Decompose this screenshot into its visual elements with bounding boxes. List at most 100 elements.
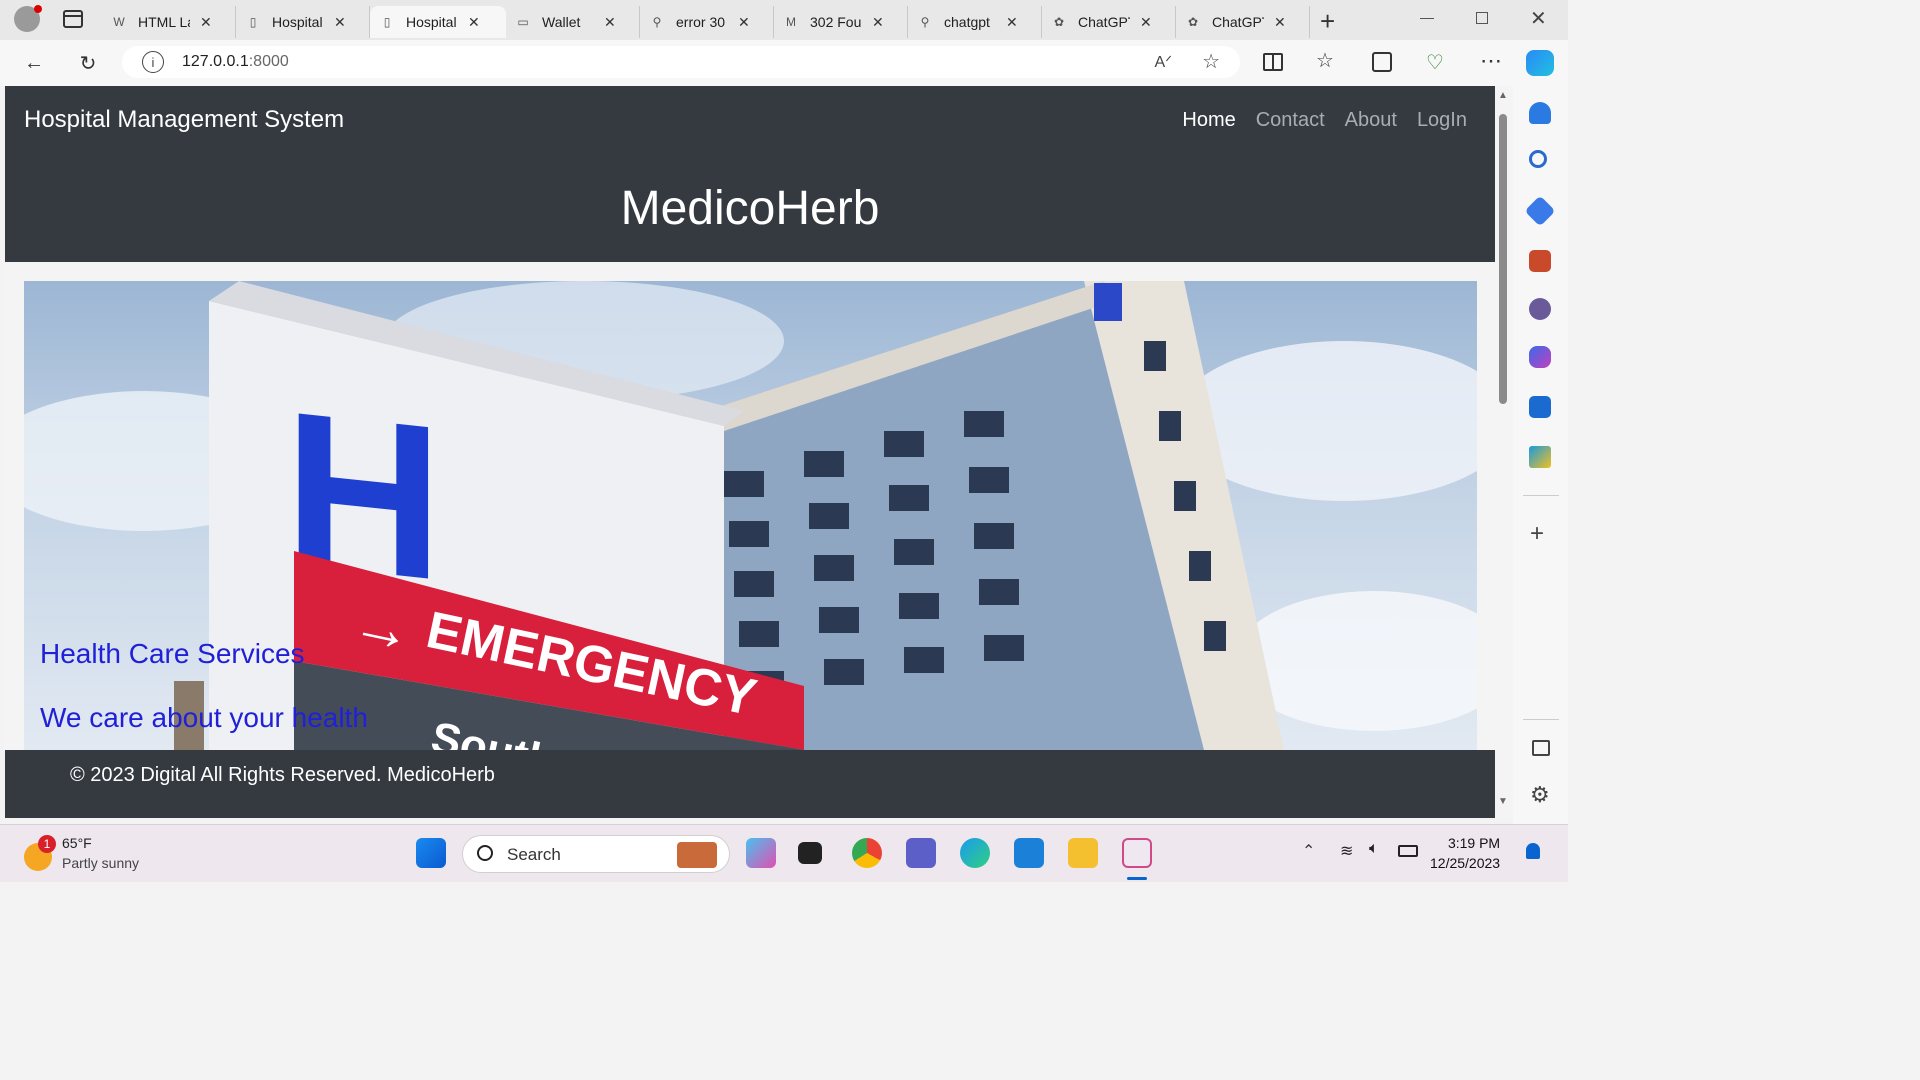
openai-icon: ✿	[1053, 15, 1065, 29]
collections-icon[interactable]	[1372, 52, 1392, 72]
tab-actions-icon[interactable]	[63, 10, 83, 28]
tab-7[interactable]: ⚲ chatgpt ✕	[908, 6, 1042, 38]
battery-icon[interactable]	[1398, 845, 1418, 857]
close-tab-icon[interactable]: ✕	[604, 14, 616, 31]
scrollbar-thumb[interactable]	[1499, 114, 1507, 404]
url-field[interactable]: i 127.0.0.1:8000 Aᐟ ☆	[122, 46, 1240, 78]
toolbox-icon[interactable]	[1529, 250, 1551, 272]
scroll-down-arrow[interactable]: ▼	[1498, 796, 1508, 807]
notifications-bell-icon[interactable]	[1526, 843, 1540, 859]
tab-label: ChatGPT	[1212, 14, 1264, 30]
caption-health-care: Health Care Services	[40, 638, 305, 669]
copilot-icon[interactable]	[1526, 50, 1554, 76]
wifi-icon[interactable]: ≋	[1340, 841, 1353, 861]
add-sidebar-item-icon[interactable]: +	[1530, 520, 1544, 548]
page-viewport: Hospital Management System Home Contact …	[5, 86, 1495, 818]
close-tab-icon[interactable]: ✕	[200, 14, 212, 31]
site-brand[interactable]: Hospital Management System	[24, 106, 344, 134]
tab-label: chatgpt	[944, 14, 990, 30]
browser-essentials-icon[interactable]: ♡	[1426, 50, 1444, 75]
nav-about-link[interactable]: About	[1345, 109, 1397, 132]
shopping-tag-icon[interactable]	[1524, 195, 1556, 227]
close-tab-icon[interactable]: ✕	[1140, 14, 1152, 31]
favorite-star-icon[interactable]: ☆	[1202, 49, 1220, 74]
active-app-indicator	[1127, 877, 1147, 880]
games-icon[interactable]	[1529, 298, 1551, 320]
weather-desc: Partly sunny	[62, 855, 140, 871]
close-tab-icon[interactable]: ✕	[468, 14, 480, 31]
refresh-button[interactable]: ↻	[72, 47, 104, 79]
page-icon: ▯	[249, 15, 257, 29]
bell-icon[interactable]	[1529, 102, 1551, 124]
settings-gear-icon[interactable]: ⚙	[1530, 782, 1550, 808]
task-view-icon[interactable]	[798, 842, 822, 864]
close-tab-icon[interactable]: ✕	[1274, 14, 1286, 31]
url-text: 127.0.0.1:8000	[182, 53, 289, 70]
openai-icon: ✿	[1187, 15, 1199, 29]
taskbar-clock[interactable]: 3:19 PM 12/25/2023	[1430, 833, 1500, 873]
read-aloud-icon[interactable]: Aᐟ	[1155, 52, 1172, 72]
tab-6[interactable]: M 302 Fou ✕	[774, 6, 908, 38]
scroll-up-arrow[interactable]: ▲	[1498, 90, 1508, 101]
tab-label: Hospital	[272, 14, 323, 30]
tab-4[interactable]: ▭ Wallet ✕	[506, 6, 640, 38]
restore-button[interactable]	[1476, 12, 1488, 24]
microsoft365-icon[interactable]	[1529, 346, 1551, 368]
site-info-icon[interactable]: i	[142, 51, 164, 73]
vscode-icon[interactable]	[1014, 838, 1044, 868]
hide-sidebar-icon[interactable]	[1532, 740, 1550, 756]
outlook-icon[interactable]	[1529, 396, 1551, 418]
tab-8[interactable]: ✿ ChatGPT ✕	[1042, 6, 1176, 38]
tab-label: 302 Fou	[810, 14, 862, 30]
page-icon: ▯	[383, 15, 391, 29]
close-tab-icon[interactable]: ✕	[738, 14, 750, 31]
teams-icon[interactable]	[906, 838, 936, 868]
search-icon	[477, 845, 493, 861]
edge-icon[interactable]	[960, 838, 990, 868]
more-menu-icon[interactable]: ⋯	[1480, 48, 1502, 74]
copilot-preview-icon[interactable]	[746, 838, 776, 868]
snipping-tool-icon[interactable]	[1122, 838, 1152, 868]
tab-label: ChatGPT	[1078, 14, 1130, 30]
tab-9[interactable]: ✿ ChatGPT ✕	[1176, 6, 1310, 38]
tab-1[interactable]: W HTML La ✕	[102, 6, 236, 38]
tab-label: HTML La	[138, 14, 190, 30]
tab-label: Wallet	[542, 14, 581, 30]
close-tab-icon[interactable]: ✕	[872, 14, 884, 31]
weather-temp: 65°F	[62, 835, 92, 851]
tab-5[interactable]: ⚲ error 30 ✕	[640, 6, 774, 38]
send-icon[interactable]	[1529, 446, 1551, 468]
close-tab-icon[interactable]: ✕	[1006, 14, 1018, 31]
footer-copyright: © 2023 Digital All Rights Reserved. Medi…	[70, 764, 495, 786]
favorites-icon[interactable]: ☆	[1316, 48, 1334, 73]
clock-time: 3:19 PM	[1447, 835, 1501, 851]
tab-3[interactable]: ▯ Hospital ✕	[370, 6, 506, 38]
site-footer: © 2023 Digital All Rights Reserved. Medi…	[5, 750, 1495, 818]
clock-date: 12/25/2023	[1430, 855, 1501, 871]
search-icon[interactable]	[1529, 150, 1547, 168]
taskbar-search-label: Search	[507, 845, 561, 864]
volume-icon[interactable]: 🔈︎	[1369, 840, 1379, 858]
close-tab-icon[interactable]: ✕	[334, 14, 346, 31]
hero-banner: MedicoHerb	[5, 154, 1495, 262]
sidebar-divider	[1523, 495, 1559, 496]
nav-contact-link[interactable]: Contact	[1256, 109, 1325, 132]
vertical-scrollbar[interactable]: ▲ ▼	[1495, 86, 1513, 818]
tab-2[interactable]: ▯ Hospital ✕	[236, 6, 370, 38]
show-hidden-icons[interactable]: ⌃	[1302, 841, 1315, 861]
m-site-icon: M	[786, 15, 796, 29]
back-button[interactable]: ←	[18, 47, 50, 79]
nav-login-link[interactable]: LogIn	[1417, 109, 1467, 132]
new-tab-button[interactable]: +	[1320, 6, 1335, 37]
minimize-button[interactable]	[1420, 18, 1434, 19]
file-explorer-icon[interactable]	[1068, 838, 1098, 868]
split-screen-icon[interactable]	[1263, 53, 1283, 71]
taskbar-search[interactable]: Search	[462, 835, 730, 873]
profile-avatar[interactable]	[14, 5, 42, 32]
notification-dot	[34, 5, 42, 13]
windows-start-icon[interactable]	[416, 838, 446, 868]
close-window-button[interactable]: ✕	[1530, 6, 1547, 31]
chrome-icon[interactable]	[852, 838, 882, 868]
address-bar-row: ← ↻ i 127.0.0.1:8000 Aᐟ ☆ ☆ ♡ ⋯	[0, 40, 1568, 86]
nav-home-link[interactable]: Home	[1182, 109, 1235, 132]
